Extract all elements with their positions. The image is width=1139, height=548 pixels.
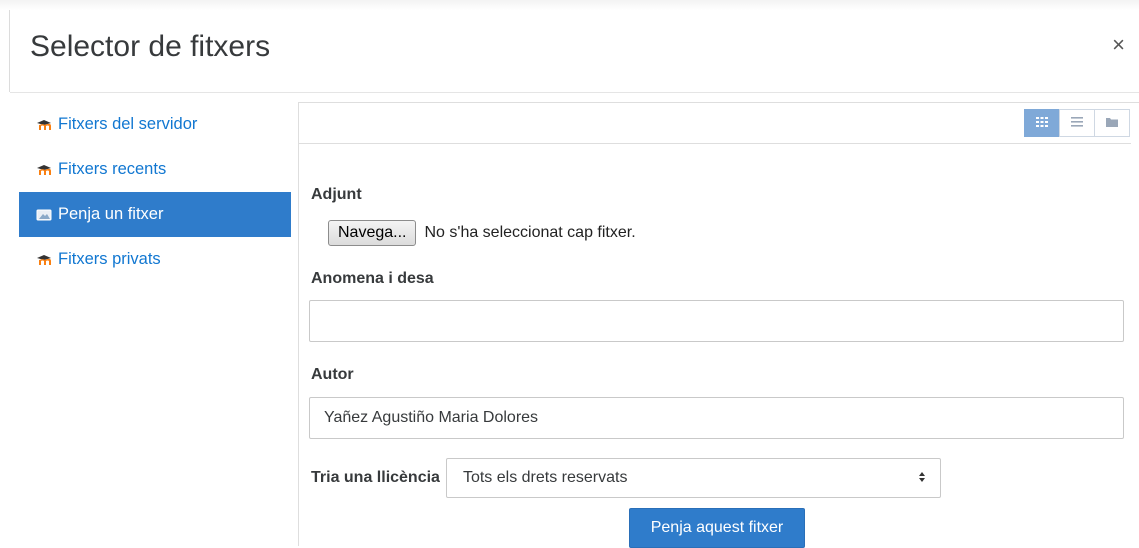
tree-view-button[interactable] [1094, 109, 1130, 137]
sidebar-item-label: Fitxers privats [58, 250, 161, 268]
moodle-icon [36, 119, 54, 131]
sidebar-item-label: Fitxers recents [58, 160, 167, 178]
upload-panel: Adjunt Navega... No s'ha seleccionat cap… [298, 102, 1139, 548]
browse-button[interactable]: Navega... [328, 220, 417, 246]
sidebar-item-label: Penja un fitxer [58, 205, 164, 223]
dialog-title: Selector de fitxers [30, 30, 271, 63]
upload-icon [36, 209, 54, 221]
sidebar-item-private-files[interactable]: Fitxers privats [19, 237, 291, 282]
sidebar-item-recent-files[interactable]: Fitxers recents [19, 147, 291, 192]
license-value: Tots els drets reservats [462, 469, 628, 486]
view-toolbar [299, 103, 1131, 144]
moodle-icon [36, 164, 54, 176]
top-edge [0, 0, 1139, 10]
sidebar-item-label: Fitxers del servidor [58, 115, 198, 133]
save-as-label: Anomena i desa [311, 270, 434, 287]
save-as-input[interactable] [309, 300, 1124, 342]
moodle-icon [36, 254, 54, 266]
attachment-label: Adjunt [311, 186, 362, 203]
view-switcher [1024, 109, 1130, 137]
no-file-text: No s'ha seleccionat cap fitxer. [424, 224, 636, 241]
list-view-button[interactable] [1059, 109, 1095, 137]
license-row: Tria una llicència Tots els drets reserv… [311, 458, 941, 498]
license-label: Tria una llicència [311, 469, 440, 486]
icons-view-button[interactable] [1024, 109, 1060, 137]
dialog-header: Selector de fitxers × [10, 10, 1139, 93]
license-select[interactable]: Tots els drets reservats [445, 458, 941, 498]
author-label: Autor [311, 366, 354, 383]
select-arrows-icon [918, 471, 926, 486]
list-icon [1071, 114, 1083, 132]
upload-file-button[interactable]: Penja aquest fitxer [629, 508, 805, 548]
repository-sidebar: Fitxers del servidor Fitxers recents Pen… [19, 102, 291, 282]
grid-icon [1036, 114, 1048, 132]
close-icon[interactable]: × [1112, 34, 1125, 56]
sidebar-item-server-files[interactable]: Fitxers del servidor [19, 102, 291, 147]
sidebar-item-upload-file[interactable]: Penja un fitxer [19, 192, 291, 237]
folder-icon [1106, 114, 1118, 132]
author-input[interactable] [309, 397, 1124, 439]
file-input-row: Navega... No s'ha seleccionat cap fitxer… [328, 220, 636, 246]
